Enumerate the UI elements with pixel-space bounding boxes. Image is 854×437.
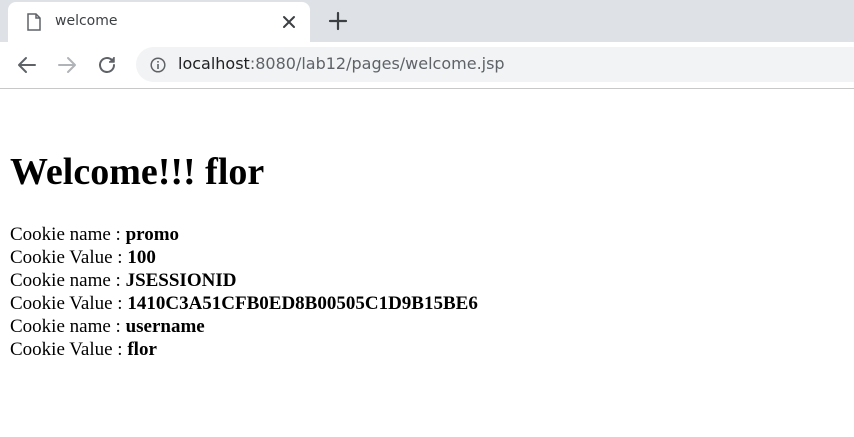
browser-tab[interactable]: welcome [8, 2, 310, 42]
cookie-value: 100 [127, 247, 156, 268]
page-title: Welcome!!! flor [10, 151, 265, 193]
cookie-label: Cookie name : [10, 270, 126, 291]
cookie-line: Cookie name : promo [10, 223, 478, 246]
cookie-value: username [125, 316, 205, 337]
cookie-label: Cookie Value : [10, 339, 128, 360]
back-arrow-icon[interactable] [16, 54, 38, 76]
cookie-value: promo [125, 224, 180, 245]
url-text[interactable]: localhost:8080/lab12/pages/welcome.jsp [178, 54, 505, 73]
cookie-value: JSESSIONID [125, 270, 237, 291]
cookie-line: Cookie Value : 1410C3A51CFB0ED8B00505C1D… [10, 292, 478, 315]
plus-icon[interactable] [327, 10, 349, 32]
document-icon [27, 13, 41, 31]
page-content: Welcome!!! flor Cookie name : promo Cook… [10, 150, 478, 361]
cookie-value: flor [127, 339, 157, 360]
cookie-line: Cookie Value : 100 [10, 246, 478, 269]
reload-icon[interactable] [96, 54, 118, 76]
cookie-line: Cookie name : username [10, 315, 478, 338]
tab-title: welcome [55, 13, 118, 29]
cookie-line: Cookie Value : flor [10, 338, 478, 361]
cookie-label: Cookie Value : [10, 247, 128, 268]
address-bar[interactable]: localhost:8080/lab12/pages/welcome.jsp [136, 47, 854, 82]
forward-arrow-icon[interactable] [56, 54, 78, 76]
url-host: localhost [178, 54, 250, 73]
cookie-label: Cookie name : [10, 224, 126, 245]
cookie-label: Cookie Value : [10, 293, 128, 314]
cookie-label: Cookie name : [10, 316, 126, 337]
cookie-list: Cookie name : promo Cookie Value : 100 C… [10, 223, 478, 361]
tab-strip: welcome [0, 0, 854, 42]
browser-toolbar: localhost:8080/lab12/pages/welcome.jsp [0, 42, 854, 89]
url-path: :8080/lab12/pages/welcome.jsp [249, 54, 505, 73]
info-icon[interactable] [150, 57, 166, 73]
cookie-value: 1410C3A51CFB0ED8B00505C1D9B15BE6 [127, 293, 478, 314]
cookie-line: Cookie name : JSESSIONID [10, 269, 478, 292]
close-icon[interactable] [280, 13, 298, 31]
